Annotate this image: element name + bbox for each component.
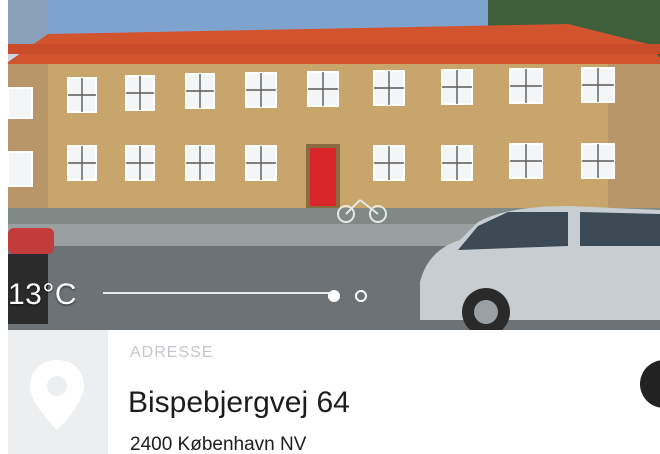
map-thumbnail[interactable] [8, 330, 108, 454]
carousel-track [103, 292, 333, 294]
address-street: Bispebjergvej 64 [128, 386, 350, 419]
temperature-readout: 13°C [8, 278, 78, 311]
property-photo[interactable]: 13°C [8, 0, 660, 330]
address-card[interactable]: ADRESSE Bispebjergvej 64 2400 København … [8, 330, 660, 454]
property-view: 13°C ADRESSE Bispebjergvej 64 2400 Køben… [8, 0, 660, 454]
address-city: 2400 København NV [130, 434, 307, 454]
map-pin-icon [30, 360, 84, 430]
building-photo-illustration [8, 0, 660, 330]
carousel-dot-2[interactable] [355, 290, 367, 302]
address-label: ADRESSE [130, 344, 214, 361]
carousel-dot-1[interactable] [328, 290, 340, 302]
